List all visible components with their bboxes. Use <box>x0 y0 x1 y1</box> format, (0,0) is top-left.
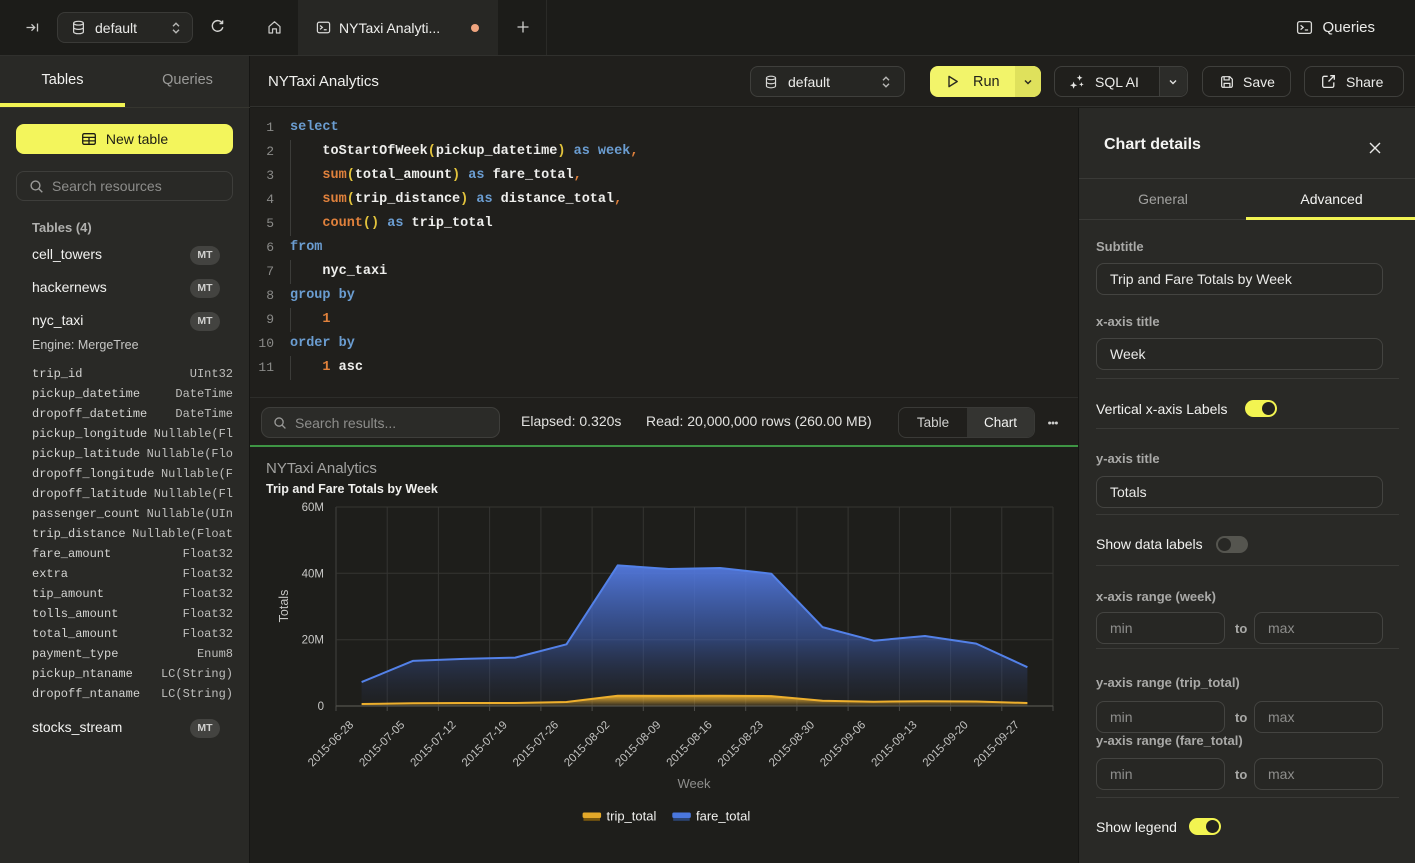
svg-text:Trip and Fare Totals by Week: Trip and Fare Totals by Week <box>266 482 438 496</box>
svg-text:60M: 60M <box>302 502 324 514</box>
svg-text:2015-06-28: 2015-06-28 <box>306 719 356 769</box>
svg-text:2015-09-20: 2015-09-20 <box>921 719 971 769</box>
svg-text:20M: 20M <box>302 635 324 647</box>
svg-text:NYTaxi Analytics: NYTaxi Analytics <box>266 460 377 477</box>
svg-text:2015-08-23: 2015-08-23 <box>716 719 766 769</box>
svg-text:2015-08-16: 2015-08-16 <box>665 719 715 769</box>
svg-text:trip_total: trip_total <box>607 809 657 824</box>
svg-text:2015-09-06: 2015-09-06 <box>818 719 868 769</box>
svg-text:2015-09-27: 2015-09-27 <box>972 719 1022 769</box>
svg-text:2015-09-13: 2015-09-13 <box>870 719 920 769</box>
svg-text:2015-07-26: 2015-07-26 <box>511 719 561 769</box>
svg-text:Totals: Totals <box>277 590 291 623</box>
svg-text:Week: Week <box>678 776 711 791</box>
svg-text:2015-08-02: 2015-08-02 <box>562 719 612 769</box>
svg-text:2015-08-30: 2015-08-30 <box>767 719 817 769</box>
svg-text:2015-08-09: 2015-08-09 <box>613 719 663 769</box>
svg-text:2015-07-19: 2015-07-19 <box>460 719 510 769</box>
svg-text:2015-07-12: 2015-07-12 <box>409 719 459 769</box>
svg-text:2015-07-05: 2015-07-05 <box>357 719 407 769</box>
svg-text:40M: 40M <box>302 568 324 580</box>
svg-text:fare_total: fare_total <box>696 809 750 824</box>
svg-text:0: 0 <box>318 701 324 713</box>
